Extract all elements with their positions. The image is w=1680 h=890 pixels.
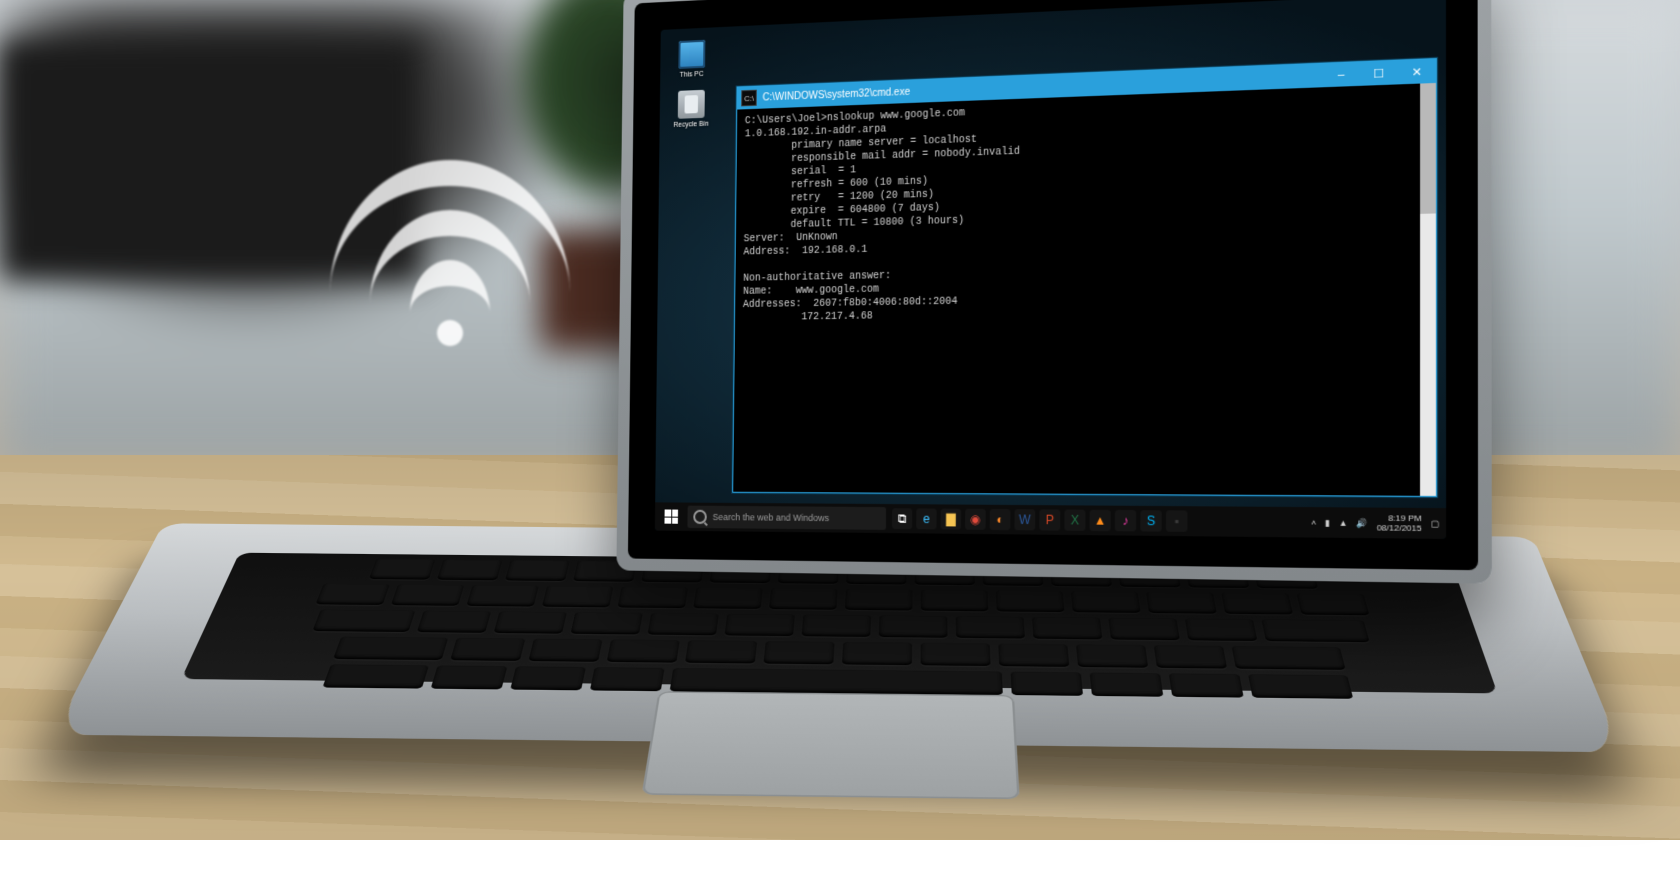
word-icon[interactable]: W xyxy=(1014,509,1035,530)
windows-desktop[interactable]: This PC Recycle Bin C:\ C:\WINDOWS\syste… xyxy=(655,0,1446,539)
search-icon xyxy=(693,510,707,524)
powerpoint-icon[interactable]: P xyxy=(1039,509,1060,530)
key[interactable] xyxy=(505,560,570,581)
cmd-scrollbar-track[interactable] xyxy=(1420,83,1436,496)
taskbar-search[interactable]: Search the web and Windows xyxy=(687,506,886,530)
key[interactable] xyxy=(315,583,389,605)
maximize-button[interactable]: ☐ xyxy=(1360,61,1398,86)
skype-icon[interactable]: S xyxy=(1140,510,1161,532)
desktop-icon-this-pc[interactable]: This PC xyxy=(670,39,714,79)
tray-volume-icon[interactable]: 🔊 xyxy=(1357,518,1368,528)
key[interactable] xyxy=(1146,592,1217,614)
tray-date[interactable]: 08/12/2015 xyxy=(1377,523,1422,533)
edge-icon[interactable]: e xyxy=(916,508,936,529)
key[interactable] xyxy=(1154,645,1227,668)
key[interactable] xyxy=(333,637,448,661)
minimize-button[interactable]: – xyxy=(1322,62,1360,87)
key[interactable] xyxy=(845,589,913,611)
this-pc-label: This PC xyxy=(670,70,714,79)
key[interactable] xyxy=(391,584,464,606)
key[interactable] xyxy=(590,667,665,691)
key[interactable] xyxy=(1032,617,1102,640)
key[interactable] xyxy=(607,639,680,662)
key[interactable] xyxy=(1169,673,1244,697)
cmd-icon[interactable]: ▪ xyxy=(1166,510,1188,532)
key[interactable] xyxy=(842,642,912,665)
cmd-window[interactable]: C:\ C:\WINDOWS\system32\cmd.exe – ☐ ✕ C:… xyxy=(732,58,1437,497)
key[interactable] xyxy=(1185,618,1258,641)
excel-icon[interactable]: X xyxy=(1064,510,1085,531)
vlc-icon[interactable]: ▲ xyxy=(1090,510,1111,531)
trackpad[interactable] xyxy=(642,691,1020,799)
key[interactable] xyxy=(1071,591,1141,613)
key[interactable] xyxy=(685,640,757,663)
key[interactable] xyxy=(1221,593,1293,615)
chrome-icon[interactable]: ◉ xyxy=(965,509,986,530)
start-button[interactable] xyxy=(655,502,688,531)
system-tray[interactable]: ˄ ▮ ▲ 🔊 8:19 PM 08/12/2015 ▢ xyxy=(1311,507,1439,539)
cmd-title-text: C:\WINDOWS\system32\cmd.exe xyxy=(763,86,911,103)
key[interactable] xyxy=(437,559,503,580)
key[interactable] xyxy=(312,609,415,632)
key[interactable] xyxy=(693,587,763,609)
recycle-bin-label: Recycle Bin xyxy=(669,120,713,129)
key[interactable] xyxy=(1232,646,1346,670)
key[interactable] xyxy=(510,666,586,690)
key[interactable] xyxy=(1248,674,1353,699)
key[interactable] xyxy=(466,585,538,607)
tray-time[interactable]: 8:19 PM xyxy=(1388,513,1422,523)
key[interactable] xyxy=(956,616,1025,639)
key[interactable] xyxy=(618,586,689,608)
search-placeholder: Search the web and Windows xyxy=(713,512,830,523)
key[interactable] xyxy=(1261,619,1369,642)
close-button[interactable]: ✕ xyxy=(1398,59,1436,84)
windows-logo-icon xyxy=(664,509,678,523)
file-explorer-icon[interactable]: ▇ xyxy=(941,509,962,530)
key[interactable] xyxy=(1296,593,1369,615)
taskbar-pinned: ⧉e▇◉◐WPX▲♪S▪ xyxy=(892,508,1188,532)
key[interactable] xyxy=(879,615,948,638)
tray-battery-icon[interactable]: ▮ xyxy=(1325,518,1330,528)
taskbar[interactable]: Search the web and Windows ⧉e▇◉◐WPX▲♪S▪ … xyxy=(655,502,1446,539)
key[interactable] xyxy=(725,614,795,636)
key[interactable] xyxy=(921,643,991,666)
key[interactable] xyxy=(647,613,718,635)
key[interactable] xyxy=(450,638,525,661)
key[interactable] xyxy=(1076,644,1148,667)
laptop: This PC Recycle Bin C:\ C:\WINDOWS\syste… xyxy=(150,0,1610,890)
key[interactable] xyxy=(998,643,1069,666)
key[interactable] xyxy=(542,586,614,608)
task-view-icon[interactable]: ⧉ xyxy=(892,508,912,529)
key[interactable] xyxy=(1011,672,1084,696)
tray-chevron-icon[interactable]: ˄ xyxy=(1311,517,1316,527)
key[interactable] xyxy=(763,641,834,664)
tray-network-icon[interactable]: ▲ xyxy=(1339,518,1348,528)
laptop-lid: This PC Recycle Bin C:\ C:\WINDOWS\syste… xyxy=(616,0,1491,584)
key[interactable] xyxy=(322,664,429,688)
key[interactable] xyxy=(494,611,567,633)
desktop-icon-recycle-bin[interactable]: Recycle Bin xyxy=(669,89,713,129)
cmd-scrollbar-thumb[interactable] xyxy=(1420,83,1436,214)
key[interactable] xyxy=(570,612,642,634)
cmd-title-icon: C:\ xyxy=(741,90,757,107)
cmd-output[interactable]: C:\Users\Joel>nslookup www.google.com 1.… xyxy=(733,84,1420,496)
key[interactable] xyxy=(1090,672,1164,696)
key[interactable] xyxy=(921,590,989,612)
key[interactable] xyxy=(996,590,1065,612)
this-pc-icon xyxy=(678,40,705,69)
key[interactable] xyxy=(802,614,871,636)
key[interactable] xyxy=(1108,618,1179,641)
key[interactable] xyxy=(528,639,602,662)
key[interactable] xyxy=(769,588,838,610)
key[interactable] xyxy=(369,559,435,580)
recycle-bin-icon xyxy=(678,90,705,119)
key[interactable] xyxy=(417,610,491,632)
key[interactable] xyxy=(431,665,508,689)
screen-bezel: This PC Recycle Bin C:\ C:\WINDOWS\syste… xyxy=(628,0,1478,570)
firefox-icon[interactable]: ◐ xyxy=(990,509,1011,530)
tray-notifications-icon[interactable]: ▢ xyxy=(1431,518,1440,528)
screen: This PC Recycle Bin C:\ C:\WINDOWS\syste… xyxy=(655,0,1446,539)
itunes-icon[interactable]: ♪ xyxy=(1115,510,1136,531)
